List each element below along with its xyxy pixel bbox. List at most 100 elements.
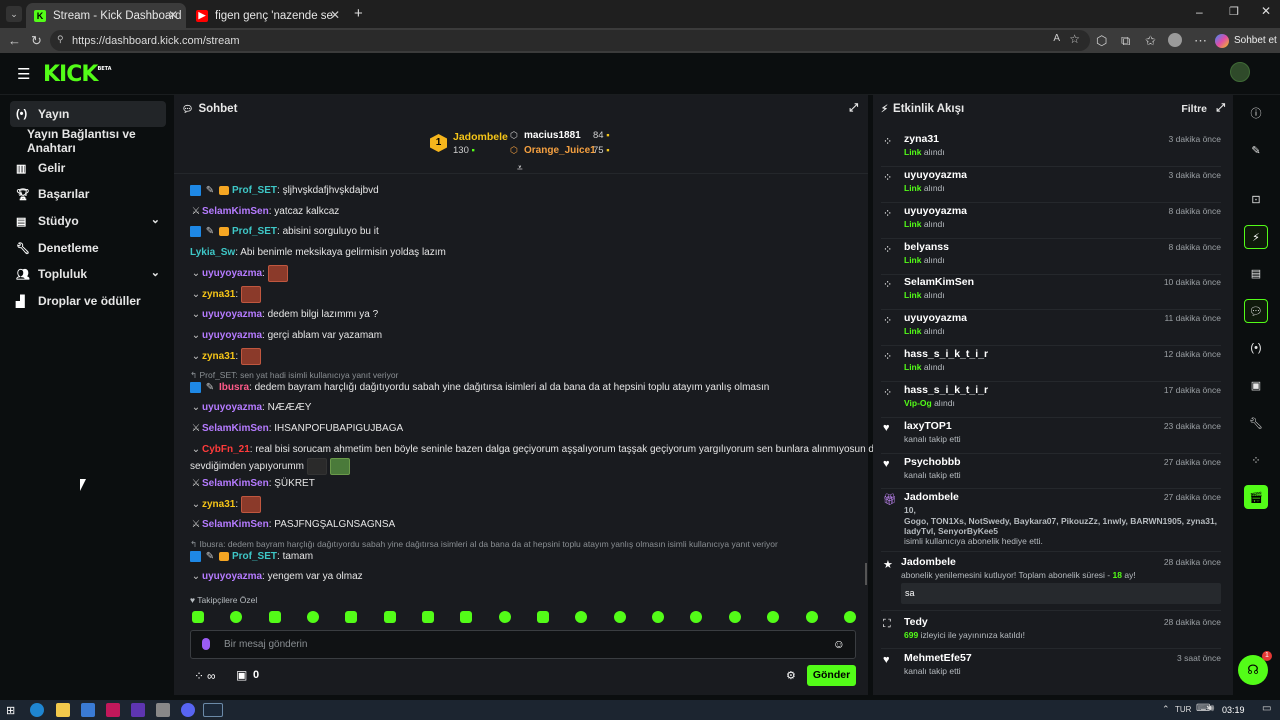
tab-actions-icon[interactable]: ⌄ xyxy=(6,6,22,22)
clock[interactable]: 03:19 xyxy=(1222,705,1245,715)
edit-icon[interactable]: ✎ xyxy=(1244,138,1268,162)
extensions-icon[interactable]: ⬡ xyxy=(1096,33,1107,49)
steam-icon[interactable] xyxy=(203,703,223,717)
feed-username[interactable]: belyanss xyxy=(904,241,949,253)
refresh-icon[interactable]: ↻ xyxy=(31,33,42,49)
feed-username[interactable]: uyuyoyazma xyxy=(904,205,967,217)
app-icon[interactable] xyxy=(131,703,145,717)
camera-focus-icon[interactable]: ⊡ xyxy=(1244,187,1268,211)
emote-icon[interactable] xyxy=(652,611,665,623)
feed-username[interactable]: Tedy xyxy=(904,616,928,628)
emote-icon[interactable] xyxy=(230,611,243,623)
notifications-icon[interactable]: ▭ xyxy=(1262,703,1271,714)
broadcast-icon[interactable]: (•) xyxy=(1244,336,1268,360)
chat-username[interactable]: uyuyoyazma xyxy=(202,402,262,413)
points-icon[interactable]: ⁘ xyxy=(194,669,204,683)
chat-toggle-icon[interactable]: 💬︎ xyxy=(1244,299,1268,323)
sidebar-item-studyo[interactable]: ▤ Stüdyo ⌄ xyxy=(10,208,166,234)
chat-username[interactable]: SelamKimSen xyxy=(202,423,269,434)
emote-icon[interactable] xyxy=(843,611,856,623)
feed-username[interactable]: hass_s_i_k_t_i_r xyxy=(904,348,988,360)
chat-username[interactable]: SelamKimSen xyxy=(202,206,269,217)
feed-username[interactable]: hass_s_i_k_t_i_r xyxy=(904,384,988,396)
feed-username[interactable]: Jadombele xyxy=(901,556,956,568)
feed-username[interactable]: Psychobbb xyxy=(904,456,961,468)
emote-icon[interactable] xyxy=(345,611,358,623)
profile-avatar[interactable] xyxy=(1168,33,1182,47)
chat-username[interactable]: uyuyoyazma xyxy=(202,268,262,279)
filter-button[interactable]: Filtre xyxy=(1181,103,1207,115)
emote-icon[interactable] xyxy=(307,611,320,623)
app-icon[interactable] xyxy=(81,703,95,717)
favorites-icon[interactable]: ✩ xyxy=(1145,33,1156,49)
emote-icon[interactable] xyxy=(613,611,626,623)
close-tab-icon[interactable]: ✕ xyxy=(330,8,340,22)
chat-username[interactable]: Lykia_Sw xyxy=(190,247,235,258)
info-icon[interactable]: ⓘ xyxy=(1244,101,1268,125)
copilot-button[interactable]: Sohbet et xyxy=(1215,32,1277,49)
chat-username[interactable]: CybFn_21 xyxy=(202,444,250,455)
clapperboard-icon[interactable]: 🎬︎ xyxy=(1244,485,1268,509)
send-button[interactable]: Gönder xyxy=(807,665,856,686)
emote-icon[interactable] xyxy=(767,611,780,623)
user-avatar[interactable] xyxy=(1230,62,1250,82)
chat-username[interactable]: zyna31 xyxy=(202,499,235,510)
chat-username[interactable]: SelamKimSen xyxy=(202,478,269,489)
kick-logo[interactable]: KICKBETA xyxy=(43,62,112,87)
chat-username[interactable]: zyna31 xyxy=(202,289,235,300)
chat-username[interactable]: Prof_SET xyxy=(232,226,277,237)
popout-icon[interactable]: ⤢ xyxy=(1216,102,1225,115)
sidebar-item-topluluk[interactable]: 👥︎ Topluluk ⌄ xyxy=(10,261,166,287)
feed-username[interactable]: MehmetEfe57 xyxy=(904,652,972,664)
chat-username[interactable]: zyna31 xyxy=(202,351,235,362)
sidebar-item-gelir[interactable]: ▥ Gelir xyxy=(10,155,166,181)
emoji-picker-icon[interactable]: ☺ xyxy=(833,637,845,651)
app-icon[interactable] xyxy=(106,703,120,717)
sidebar-item-droplar[interactable]: ▟ Droplar ve ödüller xyxy=(10,288,166,314)
volume-icon[interactable]: 🔊︎ xyxy=(1208,703,1214,714)
file-explorer-icon[interactable] xyxy=(56,703,70,717)
close-window-button[interactable]: ✕ xyxy=(1261,4,1271,18)
more-icon[interactable]: ⋯ xyxy=(1194,33,1207,49)
feed-username[interactable]: zyna31 xyxy=(904,133,939,145)
url-field[interactable]: ⚲ https://dashboard.kick.com/stream A ☆ xyxy=(50,30,1090,51)
app-icon[interactable] xyxy=(181,703,195,717)
restore-button[interactable]: ❐ xyxy=(1229,5,1239,18)
chat-username[interactable]: Prof_SET xyxy=(232,551,277,562)
gifter-3-name[interactable]: Orange_Juice1 xyxy=(524,145,596,156)
top-gifter-name[interactable]: Jadombele xyxy=(453,131,508,143)
layout-icon[interactable]: ▣ xyxy=(1244,373,1268,397)
reply-context[interactable]: ↰ Ibusra: dedem bayram harçlığı dağıtıyo… xyxy=(190,539,778,550)
activity-feed-toggle-icon[interactable]: ⚡︎ xyxy=(1244,225,1268,249)
emote-icon[interactable] xyxy=(728,611,741,623)
sidebar-item-stream-key[interactable]: Yayın Bağlantısı ve Anahtarı xyxy=(10,127,166,155)
gifter-2-name[interactable]: macius1881 xyxy=(524,130,581,141)
emote-icon[interactable] xyxy=(268,611,281,623)
emote-icon[interactable] xyxy=(690,611,703,623)
emote-icon[interactable] xyxy=(383,611,396,623)
feed-username[interactable]: uyuyoyazma xyxy=(904,312,967,324)
points-icon[interactable]: ⁘ xyxy=(1244,448,1268,472)
chat-scrollbar[interactable] xyxy=(865,563,867,585)
document-icon[interactable]: ▤ xyxy=(1244,261,1268,285)
feed-username[interactable]: Jadombele xyxy=(904,491,959,503)
sidebar-item-denetleme[interactable]: 🔧︎ Denetleme xyxy=(10,235,166,261)
language-indicator[interactable]: TUR xyxy=(1175,705,1191,714)
edge-icon[interactable] xyxy=(30,703,44,717)
microphone-icon[interactable] xyxy=(202,638,210,650)
lootbox-icon[interactable]: ▣ xyxy=(236,668,247,682)
emote-icon[interactable] xyxy=(805,611,818,623)
popout-icon[interactable]: ⤢ xyxy=(849,102,858,115)
reply-context[interactable]: ↰ Prof_SET: sen yat hadi isimli kullanıc… xyxy=(190,370,398,381)
feed-username[interactable]: laxyTOP1 xyxy=(904,420,952,432)
tab-kick-dashboard[interactable]: K Stream - Kick Dashboard ✕ xyxy=(26,3,186,28)
feed-username[interactable]: SelamKimSen xyxy=(904,276,974,288)
site-info-icon[interactable]: ⚲ xyxy=(57,34,64,45)
emote-icon[interactable] xyxy=(422,611,435,623)
tray-chevron-icon[interactable]: ⌃ xyxy=(1162,704,1170,715)
chat-username[interactable]: uyuyoyazma xyxy=(202,571,262,582)
emote-icon[interactable] xyxy=(575,611,588,623)
windows-start-icon[interactable]: ⊞ xyxy=(6,704,15,717)
minimize-button[interactable]: – xyxy=(1196,5,1203,19)
chat-username[interactable]: uyuyoyazma xyxy=(202,309,262,320)
